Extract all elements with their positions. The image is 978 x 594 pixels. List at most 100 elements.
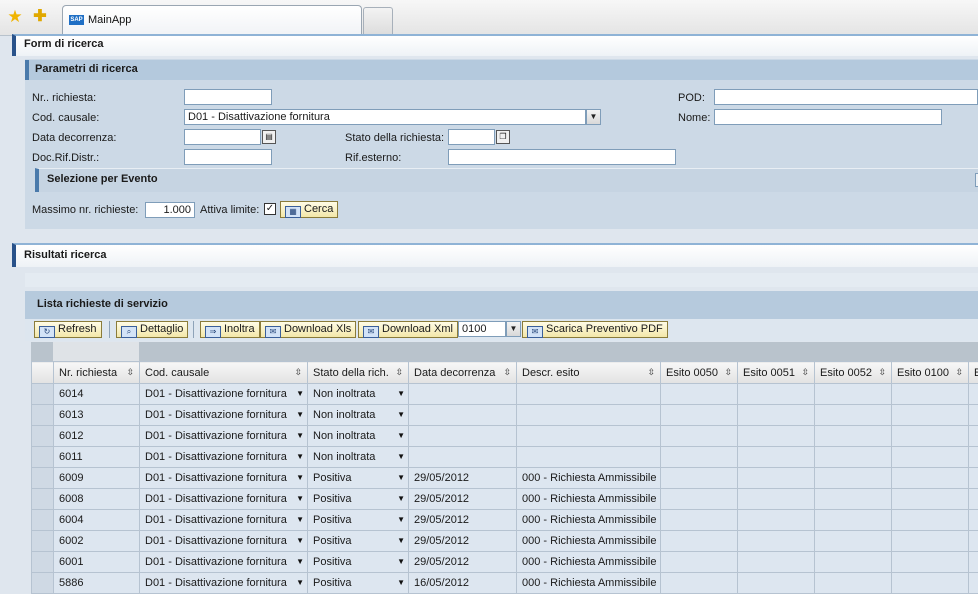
chevron-down-icon[interactable]: ▼: [397, 452, 405, 461]
cell-cod-causale[interactable]: D01 - Disattivazione fornitura▼: [140, 510, 308, 531]
chevron-down-icon[interactable]: ▼: [397, 536, 405, 545]
row-selector[interactable]: [32, 489, 54, 510]
refresh-button[interactable]: ↻Refresh: [34, 321, 102, 338]
doc-rif-input[interactable]: [184, 149, 272, 165]
sort-icon[interactable]: ⇳: [395, 367, 403, 378]
row-selector[interactable]: [32, 573, 54, 594]
table-row[interactable]: 5886D01 - Disattivazione fornitura▼Posit…: [32, 573, 978, 594]
dettaglio-button[interactable]: ⌕Dettaglio: [116, 321, 188, 338]
row-selector[interactable]: [32, 447, 54, 468]
attiva-limite-checkbox[interactable]: ✓: [264, 203, 276, 215]
col-header-esito-0052[interactable]: Esito 0052⇳: [815, 362, 892, 384]
cell-cod-causale[interactable]: D01 - Disattivazione fornitura▼: [140, 489, 308, 510]
cell-cod-causale[interactable]: D01 - Disattivazione fornitura▼: [140, 573, 308, 594]
download-xml-button[interactable]: ✉Download Xml: [358, 321, 458, 338]
cell-cod-causale[interactable]: D01 - Disattivazione fornitura▼: [140, 552, 308, 573]
chevron-down-icon[interactable]: ▼: [397, 578, 405, 587]
favorites-star-icon[interactable]: ★: [6, 8, 24, 26]
chevron-down-icon[interactable]: ▼: [296, 473, 304, 482]
download-xls-button[interactable]: ✉Download Xls: [260, 321, 356, 338]
chevron-down-icon[interactable]: ▼: [296, 410, 304, 419]
row-selector[interactable]: [32, 384, 54, 405]
event-selection-header[interactable]: Selezione per Evento: [35, 168, 978, 192]
sort-icon[interactable]: ⇳: [126, 367, 134, 378]
cell-stato[interactable]: Non inoltrata▼: [308, 384, 409, 405]
table-row[interactable]: 6012D01 - Disattivazione fornitura▼Non i…: [32, 426, 978, 447]
table-row[interactable]: 6013D01 - Disattivazione fornitura▼Non i…: [32, 405, 978, 426]
table-row[interactable]: 6014D01 - Disattivazione fornitura▼Non i…: [32, 384, 978, 405]
sort-icon[interactable]: ⇳: [503, 367, 511, 378]
chevron-down-icon[interactable]: ▼: [397, 494, 405, 503]
cell-stato[interactable]: Positiva▼: [308, 468, 409, 489]
stato-value-help-icon[interactable]: ❐: [496, 130, 510, 144]
sort-icon[interactable]: ⇳: [801, 367, 809, 378]
col-header-esito-0051[interactable]: Esito 0051⇳: [738, 362, 815, 384]
table-row[interactable]: 6004D01 - Disattivazione fornitura▼Posit…: [32, 510, 978, 531]
tab-mainapp[interactable]: SAP MainApp: [62, 5, 362, 35]
row-selector[interactable]: [32, 426, 54, 447]
cell-stato[interactable]: Non inoltrata▼: [308, 405, 409, 426]
col-header-nr-richiesta[interactable]: Nr. richiesta⇳: [54, 362, 140, 384]
table-row[interactable]: 6002D01 - Disattivazione fornitura▼Posit…: [32, 531, 978, 552]
chevron-down-icon[interactable]: ▼: [397, 473, 405, 482]
chevron-down-icon[interactable]: ▼: [397, 410, 405, 419]
chevron-down-icon[interactable]: ▼: [397, 515, 405, 524]
sort-icon[interactable]: ⇳: [294, 367, 302, 378]
col-header-cod-causale[interactable]: Cod. causale⇳: [140, 362, 308, 384]
sort-icon[interactable]: ⇳: [955, 367, 963, 378]
cell-cod-causale[interactable]: D01 - Disattivazione fornitura▼: [140, 405, 308, 426]
chevron-down-icon[interactable]: ▼: [397, 557, 405, 566]
data-decorrenza-input[interactable]: [184, 129, 261, 145]
rif-esterno-input[interactable]: [448, 149, 676, 165]
row-selector[interactable]: [32, 531, 54, 552]
row-selector[interactable]: [32, 468, 54, 489]
scarica-preventivo-button[interactable]: ✉Scarica Preventivo PDF: [522, 321, 668, 338]
sort-icon[interactable]: ⇳: [647, 367, 655, 378]
chevron-down-icon[interactable]: ▼: [296, 578, 304, 587]
chevron-down-icon[interactable]: ▼: [397, 431, 405, 440]
massimo-input[interactable]: 1.000: [145, 202, 195, 218]
nome-input[interactable]: [714, 109, 942, 125]
pod-input[interactable]: [714, 89, 978, 105]
nr-richiesta-input[interactable]: [184, 89, 272, 105]
chevron-down-icon[interactable]: ▼: [296, 389, 304, 398]
cell-stato[interactable]: Non inoltrata▼: [308, 447, 409, 468]
inoltra-button[interactable]: ⇒Inoltra: [200, 321, 260, 338]
row-selector[interactable]: [32, 405, 54, 426]
stato-richiesta-input[interactable]: [448, 129, 495, 145]
new-tab-button[interactable]: [363, 7, 393, 35]
chevron-down-icon[interactable]: ▼: [296, 431, 304, 440]
table-row[interactable]: 6001D01 - Disattivazione fornitura▼Posit…: [32, 552, 978, 573]
cell-cod-causale[interactable]: D01 - Disattivazione fornitura▼: [140, 531, 308, 552]
row-selector[interactable]: [32, 510, 54, 531]
cell-cod-causale[interactable]: D01 - Disattivazione fornitura▼: [140, 384, 308, 405]
cell-stato[interactable]: Positiva▼: [308, 552, 409, 573]
chevron-down-icon[interactable]: ▼: [296, 515, 304, 524]
cell-cod-causale[interactable]: D01 - Disattivazione fornitura▼: [140, 426, 308, 447]
col-header-descr-esito[interactable]: Descr. esito⇳: [517, 362, 661, 384]
chevron-down-icon[interactable]: ▼: [296, 452, 304, 461]
cod-causale-select[interactable]: D01 - Disattivazione fornitura: [184, 109, 586, 125]
table-row[interactable]: 6011D01 - Disattivazione fornitura▼Non i…: [32, 447, 978, 468]
rows-count-select[interactable]: 0100: [458, 321, 506, 337]
table-row[interactable]: 6008D01 - Disattivazione fornitura▼Posit…: [32, 489, 978, 510]
col-header-stato[interactable]: Stato della rich.⇳: [308, 362, 409, 384]
chevron-down-icon[interactable]: ▼: [296, 494, 304, 503]
col-header-esito-0050[interactable]: Esito 0050⇳: [661, 362, 738, 384]
select-all-header[interactable]: [32, 362, 54, 384]
col-header-esito-0100[interactable]: Esito 0100⇳: [892, 362, 969, 384]
row-selector[interactable]: [32, 552, 54, 573]
cell-stato[interactable]: Positiva▼: [308, 489, 409, 510]
cell-cod-causale[interactable]: D01 - Disattivazione fornitura▼: [140, 447, 308, 468]
chevron-down-icon[interactable]: ▼: [397, 389, 405, 398]
cell-stato[interactable]: Positiva▼: [308, 510, 409, 531]
sort-icon[interactable]: ⇳: [878, 367, 886, 378]
col-header-e[interactable]: E: [969, 362, 978, 384]
add-favorite-icon[interactable]: ✚: [31, 8, 49, 26]
cerca-button[interactable]: ▦Cerca: [280, 201, 338, 218]
cod-causale-dropdown-icon[interactable]: ▼: [586, 109, 601, 125]
col-header-data-decorrenza[interactable]: Data decorrenza⇳: [409, 362, 517, 384]
chevron-down-icon[interactable]: ▼: [296, 536, 304, 545]
cell-stato[interactable]: Positiva▼: [308, 573, 409, 594]
sort-icon[interactable]: ⇳: [724, 367, 732, 378]
